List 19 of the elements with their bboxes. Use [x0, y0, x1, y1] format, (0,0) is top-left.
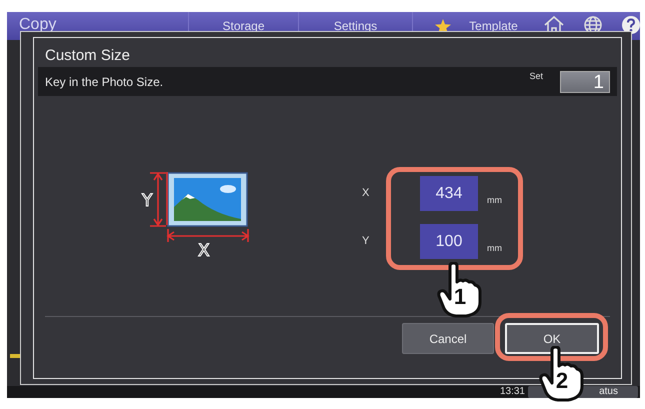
field-label: Y [362, 234, 370, 250]
message-text: Key in the Photo Size. [45, 74, 164, 90]
screen-title: Copy [19, 16, 56, 33]
field-label: X [362, 186, 370, 202]
hand-icon [436, 262, 484, 318]
set-label: Set [529, 70, 543, 83]
dialog-button[interactable]: OK [505, 323, 599, 354]
dialog-title: Custom Size [45, 47, 132, 65]
indicator-bar [10, 354, 20, 358]
time-text: 13:31 [500, 386, 525, 398]
step-number: 1 [452, 286, 468, 308]
photo-size-drawing: Y X [140, 172, 254, 258]
unit-text: mm [487, 194, 502, 207]
input-field[interactable]: 434 [420, 176, 478, 211]
dialog-button[interactable]: Cancel [402, 323, 494, 354]
input-field[interactable]: 100 [420, 224, 478, 259]
hand-icon [538, 346, 586, 402]
set-field[interactable]: 1 [560, 70, 610, 92]
unit-text: mm [487, 242, 502, 255]
